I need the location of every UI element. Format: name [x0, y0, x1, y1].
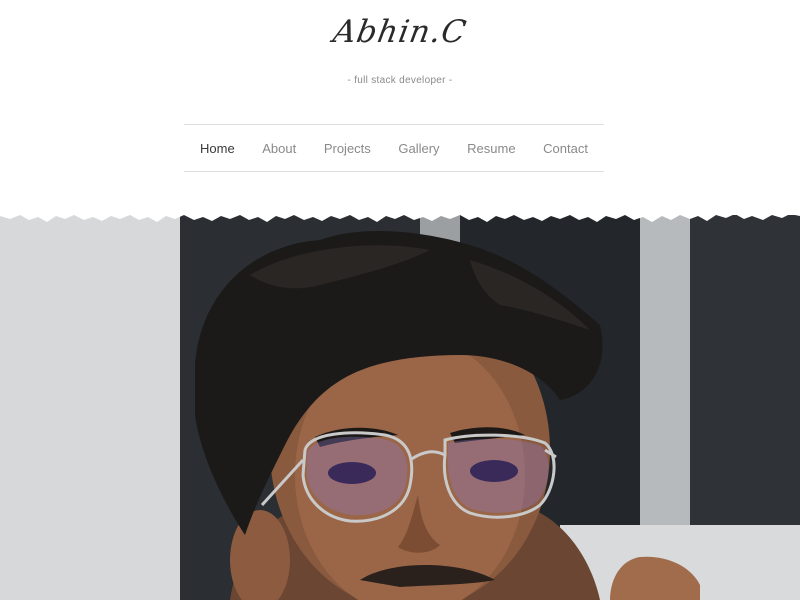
site-header: Abhin.C - full stack developer - Home Ab… [0, 0, 800, 215]
nav-item-about[interactable]: About [262, 141, 296, 156]
nav-item-resume[interactable]: Resume [467, 141, 515, 156]
main-nav: Home About Projects Gallery Resume Conta… [184, 124, 604, 172]
portrait-illustration [0, 205, 800, 600]
portfolio-page: Abhin.C - full stack developer - Home Ab… [0, 0, 800, 600]
torn-paper-edge [0, 200, 800, 222]
nav-item-contact[interactable]: Contact [543, 141, 588, 156]
nav-item-gallery[interactable]: Gallery [398, 141, 439, 156]
nav-item-home[interactable]: Home [200, 141, 235, 156]
site-logo[interactable]: Abhin.C [0, 14, 800, 50]
hero-photo [0, 205, 800, 600]
site-tagline: - full stack developer - [347, 75, 453, 86]
nav-item-projects[interactable]: Projects [324, 141, 371, 156]
